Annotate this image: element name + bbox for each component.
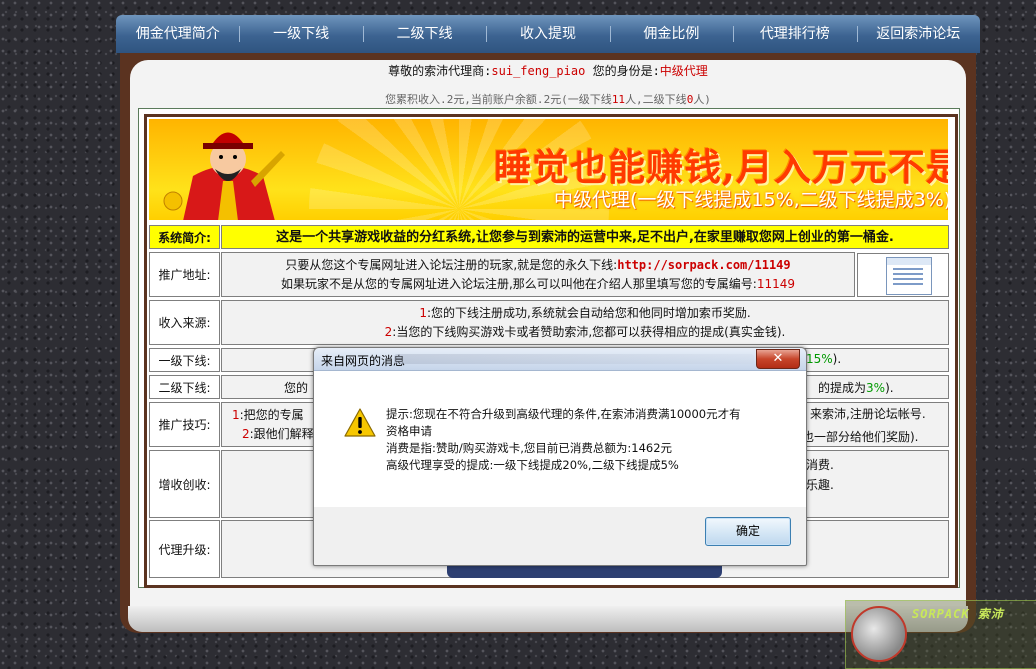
greeting-line: 尊敬的索沛代理商:sui_feng_piao 您的身份是:中级代理 [130, 62, 966, 79]
tips-line-2: 2:跟他们解释 [232, 425, 314, 444]
summary-text: 您累积收入. [385, 93, 447, 106]
level2-tail-text: 的提成为 [818, 381, 867, 395]
dialog-msg-line-4: 高级代理享受的提成:一级下线提成20%,二级下线提成5% [386, 458, 679, 472]
nav-level2-downline[interactable]: 二级下线 [362, 15, 486, 53]
close-button[interactable]: ✕ [756, 349, 800, 369]
tips-text: :跟他们解释 [249, 426, 314, 441]
level2-tail: 的提成为3%). [818, 379, 894, 396]
promo-thumbnail[interactable] [857, 253, 949, 297]
nav-agent-intro[interactable]: 佣金代理简介 [116, 15, 239, 53]
summary-text: 元,当前账户余额. [453, 93, 544, 106]
dialog-body: 提示:您现在不符合升级到高级代理的条件,在索沛消费满10000元才有 资格申请 … [314, 371, 806, 507]
dialog-titlebar[interactable]: 来自网页的消息 ✕ [314, 348, 806, 371]
source-line-2: 2:当您的下线购买游戏卡或者赞助索沛,您都可以获得相应的提成(真实金钱). [385, 323, 786, 342]
promo-line-1: 只要从您这个专属网址进入论坛注册的玩家,就是您的永久下线:http://sorp… [285, 256, 790, 275]
level2-label: 二级下线: [149, 375, 220, 399]
watermark-logo-icon [851, 606, 907, 662]
promo-text: 如果玩家不是从您的专属网址进入论坛注册,那么可以叫他在介绍人那里填写您的专属编号… [280, 276, 757, 291]
level2-tail-end: ). [885, 381, 894, 395]
promo-id: 11149 [756, 276, 796, 291]
nav-agent-ranking[interactable]: 代理排行榜 [733, 15, 856, 53]
summary-text: 人) [693, 93, 711, 106]
level2-rate: 3% [866, 381, 886, 395]
source-label: 收入来源: [149, 300, 220, 345]
grow-right-1: 消费. [806, 458, 834, 472]
warning-icon [344, 408, 376, 437]
top-nav: 佣金代理简介 一级下线 二级下线 收入提现 佣金比例 代理排行榜 返回索沛论坛 [116, 15, 980, 53]
dialog-title: 来自网页的消息 [321, 354, 406, 368]
intro-text: 这是一个共享游戏收益的分红系统,让您参与到索沛的运营中来,足不出户,在家里赚取您… [221, 225, 949, 249]
source-num: 1 [419, 305, 427, 320]
tips-num: 1 [232, 407, 240, 422]
banner-title: 睡觉也能赚钱,月入万元不是梦 [494, 145, 948, 189]
screenshot-thumbnail-icon [886, 257, 932, 295]
summary-text: 人,二级下线 [625, 93, 687, 106]
intro-label: 系统简介: [149, 225, 220, 249]
identity-prefix: 您的身份是: [592, 64, 660, 78]
alert-dialog: 来自网页的消息 ✕ 提示:您现在不符合升级到高级代理的条件,在索沛消费满1000… [313, 347, 807, 566]
promo-banner: 睡觉也能赚钱,月入万元不是梦 中级代理(一级下线提成15%,二级下线提成3%) [149, 119, 948, 220]
grow-right-2: 乐趣. [806, 478, 834, 492]
level1-tail: 15%). [806, 352, 841, 366]
promo-cell: 只要从您这个专属网址进入论坛注册的玩家,就是您的永久下线:http://sorp… [221, 252, 855, 297]
greeting-prefix: 尊敬的索沛代理商: [388, 64, 492, 78]
tips-line-1: 1:把您的专属 [232, 406, 304, 425]
promo-line-2: 如果玩家不是从您的专属网址进入论坛注册,那么可以叫他在介绍人那里填写您的专属编号… [281, 275, 795, 294]
tips-text: :把您的专属 [239, 407, 304, 422]
tips-num: 2 [242, 426, 250, 441]
tips-label: 推广技巧: [149, 402, 220, 447]
promo-text: 只要从您这个专属网址进入论坛注册的玩家,就是您的永久下线: [285, 257, 618, 272]
promo-label: 推广地址: [149, 252, 220, 297]
dialog-msg-line-3: 消费是指:赞助/购买游戏卡,您目前已消费总额为:1462元 [386, 441, 673, 455]
level1-rate: 15% [806, 352, 833, 366]
site-watermark: SORPACK 索沛 [845, 600, 1036, 669]
dialog-message: 提示:您现在不符合升级到高级代理的条件,在索沛消费满10000元才有 资格申请 … [386, 406, 776, 474]
upgrade-label: 代理升级: [149, 520, 220, 578]
panel-bottom-bar [128, 606, 968, 632]
tips-right-1: 来索沛,注册论坛帐号. [810, 407, 926, 421]
summary-text: 元(一级下线 [550, 93, 612, 106]
source-text: :当您的下线购买游戏卡或者赞助索沛,您都可以获得相应的提成(真实金钱). [392, 324, 786, 339]
ok-button[interactable]: 确定 [705, 517, 791, 546]
nav-level1-downline[interactable]: 一级下线 [239, 15, 362, 53]
source-cell: 1:您的下线注册成功,系统就会自动给您和他同时增加索币奖励. 2:当您的下线购买… [221, 300, 949, 345]
nav-back-to-forum[interactable]: 返回索沛论坛 [856, 15, 980, 53]
level1-label: 一级下线: [149, 348, 220, 372]
source-text: :您的下线注册成功,系统就会自动给您和他同时增加索币奖励. [426, 305, 751, 320]
nav-withdraw[interactable]: 收入提现 [486, 15, 609, 53]
god-of-wealth-icon [163, 132, 285, 220]
dialog-title-blur [394, 354, 754, 364]
tips-right-2: 也一部分给他们奖励). [802, 430, 919, 444]
income-summary: 您累积收入.2元,当前账户余额.2元(一级下线11人,二级下线0人) [130, 91, 966, 107]
nav-commission-rate[interactable]: 佣金比例 [609, 15, 733, 53]
grow-label: 增收创收: [149, 450, 220, 518]
watermark-text: SORPACK 索沛 [912, 607, 1004, 621]
promo-url-link[interactable]: http://sorpack.com/11149 [617, 258, 790, 272]
dialog-msg-line-2: 资格申请 [386, 424, 432, 438]
username: sui_feng_piao [491, 64, 586, 78]
summary-level1-count: 11 [611, 93, 626, 106]
dialog-msg-line-1: 提示:您现在不符合升级到高级代理的条件,在索沛消费满10000元才有 [386, 407, 741, 421]
banner-subtitle: 中级代理(一级下线提成15%,二级下线提成3%) [554, 189, 948, 211]
identity-badge: 中级代理 [659, 64, 708, 78]
level2-head: 您的 [284, 381, 309, 395]
source-line-1: 1:您的下线注册成功,系统就会自动给您和他同时增加索币奖励. [419, 304, 750, 323]
level1-tail-end: ). [832, 352, 842, 366]
